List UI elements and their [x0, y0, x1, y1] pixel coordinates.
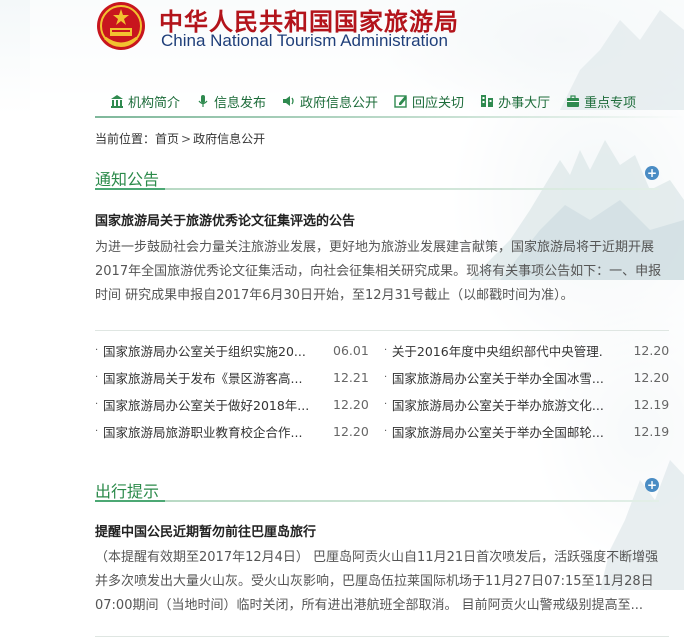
divider-line: [95, 330, 669, 331]
bullet-icon: ·: [384, 372, 388, 383]
notice-section-title[interactable]: 通知公告: [95, 166, 159, 190]
nav-item-about[interactable]: 机构简介: [110, 90, 180, 112]
notice-item-link[interactable]: 国家旅游局办公室关于举办全国冰雪...: [392, 368, 604, 387]
nav-label: 重点专项: [584, 95, 637, 111]
nav-label: 政府信息公开: [300, 95, 379, 111]
travel-more-button[interactable]: +: [645, 478, 659, 492]
breadcrumb-home-link[interactable]: 首页: [155, 132, 179, 146]
bullet-icon: ·: [95, 426, 99, 437]
breadcrumb: 当前位置：首页 > 政府信息公开: [95, 130, 265, 147]
notice-item-link[interactable]: 关于2016年度中央组织部代中央管理...: [392, 341, 604, 360]
nav-item-news[interactable]: 信息发布: [196, 90, 266, 112]
list-item: · 国家旅游局办公室关于举办全国邮轮... 12.19: [384, 422, 673, 441]
notice-more-button[interactable]: +: [645, 166, 659, 180]
divider-line: [95, 636, 669, 637]
bullet-icon: ·: [384, 426, 388, 437]
travel-summary: （本提醒有效期至2017年12月4日） 巴厘岛阿贡火山自11月21日首次喷发后，…: [95, 550, 659, 613]
national-emblem-icon: [97, 2, 145, 50]
nav-item-response[interactable]: 回应关切: [394, 90, 464, 112]
section-divider: [95, 188, 659, 190]
notice-item-date: 12.20: [333, 397, 369, 412]
site-header: 中华人民共和国国家旅游局 China National Tourism Admi…: [95, 0, 515, 56]
nav-label: 信息发布: [214, 95, 267, 111]
list-item: · 国家旅游局办公室关于举办全国冰雪... 12.20: [384, 368, 673, 387]
nav-label: 回应关切: [412, 95, 465, 111]
nav-label: 机构简介: [128, 95, 181, 111]
briefcase-icon: [566, 94, 580, 108]
list-item: · 国家旅游局旅游职业教育校企合作... 12.20: [95, 422, 384, 441]
list-item: · 国家旅游局关于发布《景区游客高... 12.21: [95, 368, 384, 387]
breadcrumb-prefix: 当前位置：: [95, 132, 156, 146]
building-icon: [110, 94, 124, 108]
bullet-icon: ·: [95, 399, 99, 410]
breadcrumb-separator: >: [181, 132, 192, 146]
section-divider: [95, 500, 659, 502]
site-title-english: China National Tourism Administration: [161, 31, 448, 50]
travel-headline-link[interactable]: 提醒中国公民近期暂勿前往巴厘岛旅行: [95, 521, 316, 540]
edit-icon: [394, 94, 408, 108]
notice-headline-link[interactable]: 国家旅游局关于旅游优秀论文征集评选的公告: [95, 210, 355, 229]
notice-item-date: 12.19: [633, 424, 670, 439]
notice-item-date: 12.19: [633, 397, 670, 412]
notice-item-link[interactable]: 国家旅游局办公室关于举办旅游文化...: [392, 395, 604, 414]
list-item: · 关于2016年度中央组织部代中央管理... 12.20: [384, 341, 673, 360]
bullet-icon: ·: [95, 345, 99, 356]
travel-section-header: 出行提示 +: [95, 478, 659, 502]
nav-label: 办事大厅: [498, 95, 551, 111]
notice-item-date: 12.20: [633, 343, 670, 358]
list-row: · 国家旅游局办公室关于做好2018年... 12.20 · 国家旅游局办公室关…: [95, 391, 673, 418]
bullet-icon: ·: [384, 345, 388, 356]
nav-underline: [95, 116, 684, 118]
notice-list: · 国家旅游局办公室关于组织实施20... 06.01 · 关于2016年度中央…: [95, 337, 673, 445]
list-row: · 国家旅游局办公室关于组织实施20... 06.01 · 关于2016年度中央…: [95, 337, 673, 364]
nav-item-gov-info[interactable]: 政府信息公开: [282, 90, 378, 112]
notice-item-link[interactable]: 国家旅游局旅游职业教育校企合作...: [103, 422, 321, 441]
list-item: · 国家旅游局办公室关于组织实施20... 06.01: [95, 341, 384, 360]
bullet-icon: ·: [384, 399, 388, 410]
notice-item-link[interactable]: 国家旅游局办公室关于组织实施20...: [103, 341, 321, 360]
bullet-icon: ·: [95, 372, 99, 383]
notice-item-date: 12.21: [333, 370, 369, 385]
hall-icon: [480, 94, 494, 108]
nav-item-service-hall[interactable]: 办事大厅: [480, 90, 550, 112]
list-item: · 国家旅游局办公室关于举办旅游文化... 12.19: [384, 395, 673, 414]
notice-item-link[interactable]: 国家旅游局关于发布《景区游客高...: [103, 368, 321, 387]
nav-item-key-projects[interactable]: 重点专项: [566, 90, 636, 112]
list-row: · 国家旅游局关于发布《景区游客高... 12.21 · 国家旅游局办公室关于举…: [95, 364, 673, 391]
notice-item-date: 12.20: [633, 370, 670, 385]
notice-item-date: 06.01: [333, 343, 369, 358]
main-nav: 机构简介 信息发布 政府信息公开 回应关切 办事大厅 重点专项: [110, 90, 684, 112]
microphone-icon: [196, 94, 210, 108]
speaker-icon: [282, 94, 296, 108]
list-row: · 国家旅游局旅游职业教育校企合作... 12.20 · 国家旅游局办公室关于举…: [95, 418, 673, 445]
breadcrumb-current-link[interactable]: 政府信息公开: [193, 132, 265, 146]
notice-item-link[interactable]: 国家旅游局办公室关于做好2018年...: [103, 395, 321, 414]
notice-item-link[interactable]: 国家旅游局办公室关于举办全国邮轮...: [392, 422, 604, 441]
list-item: · 国家旅游局办公室关于做好2018年... 12.20: [95, 395, 384, 414]
travel-section-title[interactable]: 出行提示: [95, 478, 159, 502]
notice-summary: 为进一步鼓励社会力量关注旅游业发展，更好地为旅游业发展建言献策，国家旅游局将于近…: [95, 240, 662, 303]
notice-item-date: 12.20: [333, 424, 369, 439]
notice-section-header: 通知公告 +: [95, 166, 659, 190]
